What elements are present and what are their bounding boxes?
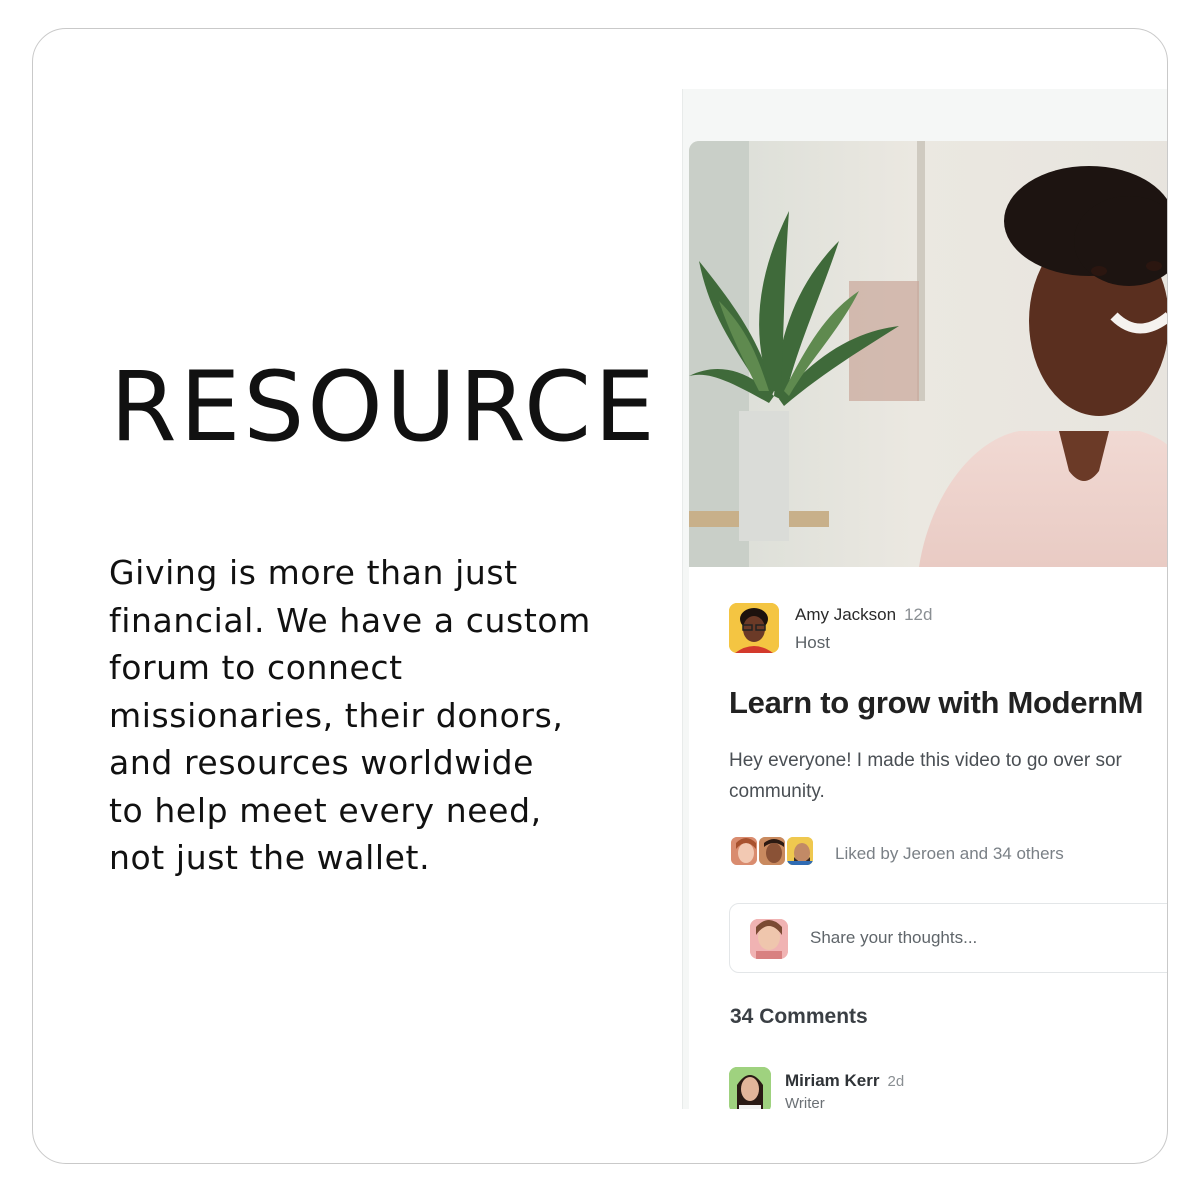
description-line: financial. We have a custom <box>109 600 591 640</box>
feature-card: RESOURCE Giving is more than just financ… <box>32 28 1168 1164</box>
description-line: and resources worldwide <box>109 743 535 782</box>
description-line: not just the wallet. <box>109 838 431 877</box>
commenter-role: Writer <box>785 1095 825 1109</box>
author-name[interactable]: Amy Jackson 12d <box>795 605 932 625</box>
commenter-name-text[interactable]: Miriam Kerr <box>785 1071 879 1090</box>
comment-input[interactable]: Share your thoughts... <box>729 903 1167 973</box>
description-line: forum to connect <box>109 648 403 687</box>
liker-avatars[interactable] <box>729 835 819 867</box>
forum-post: Amy Jackson 12d Host Learn to grow with M… <box>689 141 1167 1109</box>
description: Giving is more than just financial. We h… <box>109 549 629 882</box>
description-line: missionaries, their donors, <box>109 695 564 735</box>
liker-avatar <box>757 835 787 867</box>
forum-screenshot-panel: Amy Jackson 12d Host Learn to grow with M… <box>682 89 1167 1109</box>
video-thumbnail-image[interactable] <box>689 141 1167 567</box>
description-line: to help meet every need, <box>109 790 542 830</box>
author-avatar-illustration <box>729 603 779 653</box>
comments-count: 34 Comments <box>730 1005 868 1028</box>
author-avatar[interactable] <box>729 603 779 653</box>
user-avatar <box>750 919 788 959</box>
post-text-line: Hey everyone! I made this video to go ov… <box>729 750 1122 771</box>
commenter-name[interactable]: Miriam Kerr 2d <box>785 1071 904 1091</box>
post-time: 12d <box>904 605 933 624</box>
liker-avatar <box>785 835 815 867</box>
liker-avatar <box>729 835 759 867</box>
page-heading: RESOURCE <box>110 351 658 463</box>
post-title[interactable]: Learn to grow with ModernM <box>729 685 1143 721</box>
video-thumbnail-illustration <box>689 141 1167 567</box>
post-text-line: community. <box>729 781 825 802</box>
author-name-text[interactable]: Amy Jackson <box>795 605 896 624</box>
post-text: Hey everyone! I made this video to go ov… <box>729 745 1167 807</box>
comment-time: 2d <box>887 1073 905 1090</box>
description-line: Giving is more than just <box>109 553 518 592</box>
commenter-avatar[interactable] <box>729 1067 771 1109</box>
liked-by-text[interactable]: Liked by Jeroen and 34 others <box>835 844 1064 864</box>
comment-placeholder[interactable]: Share your thoughts... <box>810 928 977 948</box>
author-role: Host <box>795 633 830 652</box>
